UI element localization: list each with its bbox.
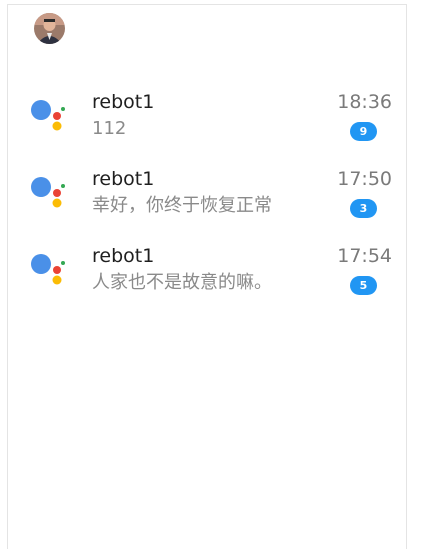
chat-list: rebot1 112 18:36 9 rebot1 幸好，你终于恢复正常 17:… — [8, 87, 406, 318]
chat-name: rebot1 — [92, 245, 155, 267]
chat-list-item[interactable]: rebot1 人家也不是故意的嘛。 17:54 5 — [8, 241, 406, 318]
chat-list-item[interactable]: rebot1 幸好，你终于恢复正常 17:50 3 — [8, 164, 406, 241]
chat-name: rebot1 — [92, 168, 155, 190]
chat-list-item[interactable]: rebot1 112 18:36 9 — [8, 87, 406, 164]
assistant-dots-icon — [31, 254, 65, 285]
chat-time: 17:50 — [337, 168, 392, 190]
chat-last-message: 幸好，你终于恢复正常 — [92, 195, 272, 216]
chat-last-message: 112 — [92, 118, 127, 139]
assistant-dots-icon — [31, 100, 65, 131]
user-avatar[interactable] — [34, 13, 65, 44]
chat-time: 18:36 — [337, 91, 392, 113]
chat-last-message: 人家也不是故意的嘛。 — [92, 272, 272, 293]
unread-badge: 3 — [350, 199, 377, 218]
chat-time: 17:54 — [337, 245, 392, 267]
chat-name: rebot1 — [92, 91, 155, 113]
assistant-dots-icon — [31, 177, 65, 208]
unread-badge: 5 — [350, 276, 377, 295]
user-avatar-icon — [34, 13, 65, 44]
unread-badge: 9 — [350, 122, 377, 141]
chat-panel: rebot1 112 18:36 9 rebot1 幸好，你终于恢复正常 17:… — [7, 4, 407, 549]
